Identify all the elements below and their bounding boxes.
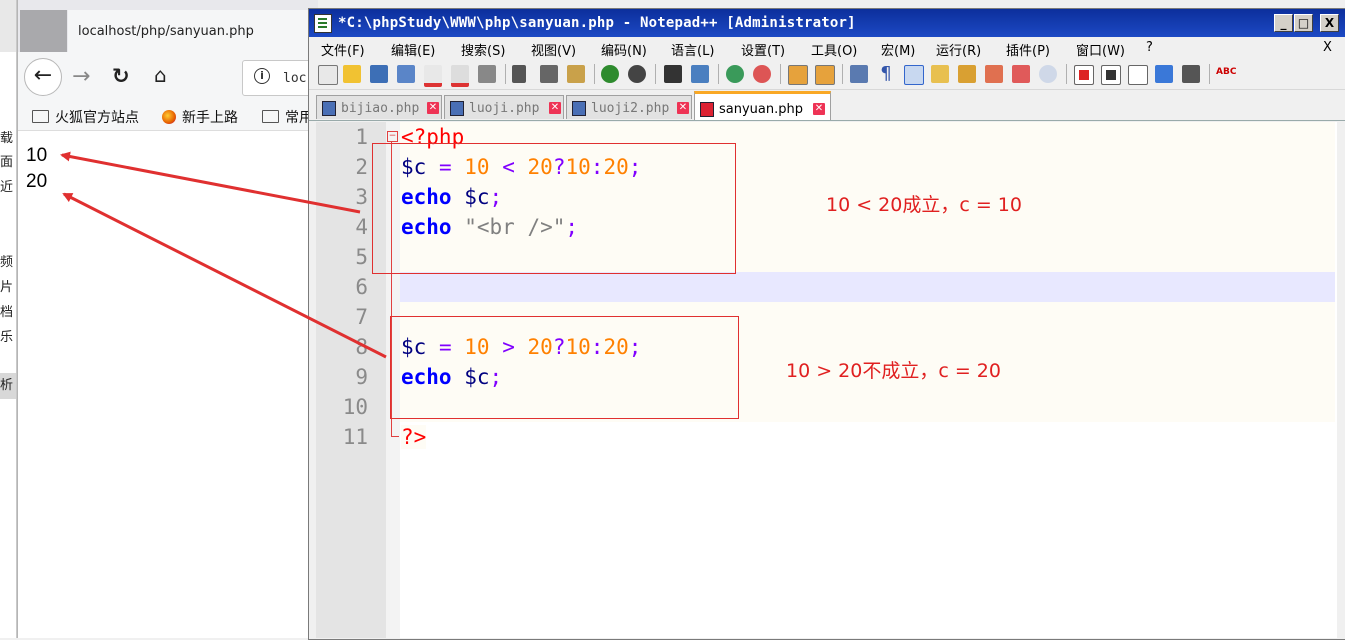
annotation-arrows: [60, 151, 387, 359]
annotation-arrow-1: [60, 151, 361, 214]
annotation-arrow-2: [62, 192, 387, 359]
